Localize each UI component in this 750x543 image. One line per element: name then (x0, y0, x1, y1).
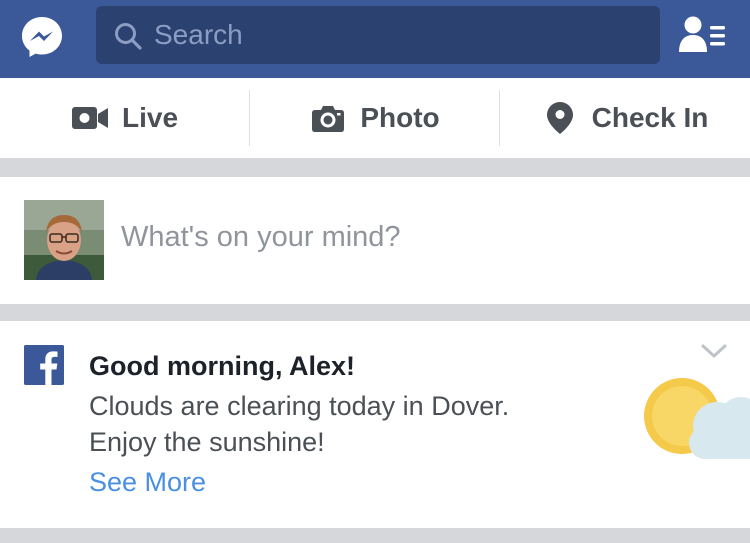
photo-label: Photo (360, 102, 440, 133)
greeting-title: Good morning, Alex! (89, 351, 355, 381)
status-prompt[interactable]: What's on your mind? (121, 221, 401, 254)
camera-icon (310, 103, 346, 133)
status-composer[interactable]: What's on your mind? (0, 177, 750, 304)
greeting-line-2: Enjoy the sunshine! (89, 427, 325, 457)
facebook-logo-icon (24, 345, 64, 385)
avatar[interactable] (24, 200, 104, 280)
chevron-down-icon[interactable] (700, 343, 728, 361)
greeting-card: Good morning, Alex! Clouds are clearing … (0, 321, 750, 528)
top-navbar: Search (0, 0, 750, 78)
partly-cloudy-icon (644, 378, 750, 459)
composer-actions: Live Photo Check In (0, 78, 750, 158)
live-button[interactable]: Live (0, 78, 250, 158)
check-in-button[interactable]: Check In (500, 78, 750, 158)
search-icon (115, 23, 142, 50)
location-pin-icon (542, 102, 578, 134)
photo-button[interactable]: Photo (250, 78, 500, 158)
check-in-label: Check In (591, 102, 709, 133)
video-camera-icon (71, 103, 108, 133)
messenger-icon (22, 17, 62, 57)
friend-requests-icon (679, 16, 725, 52)
messenger-button[interactable] (19, 15, 65, 59)
live-label: Live (121, 102, 179, 133)
friend-requests-button[interactable] (678, 15, 728, 55)
greeting-line-1: Clouds are clearing today in Dover. (89, 391, 510, 421)
search-input[interactable]: Search (96, 6, 660, 64)
see-more-link[interactable]: See More (89, 467, 206, 498)
search-placeholder: Search (154, 19, 243, 50)
